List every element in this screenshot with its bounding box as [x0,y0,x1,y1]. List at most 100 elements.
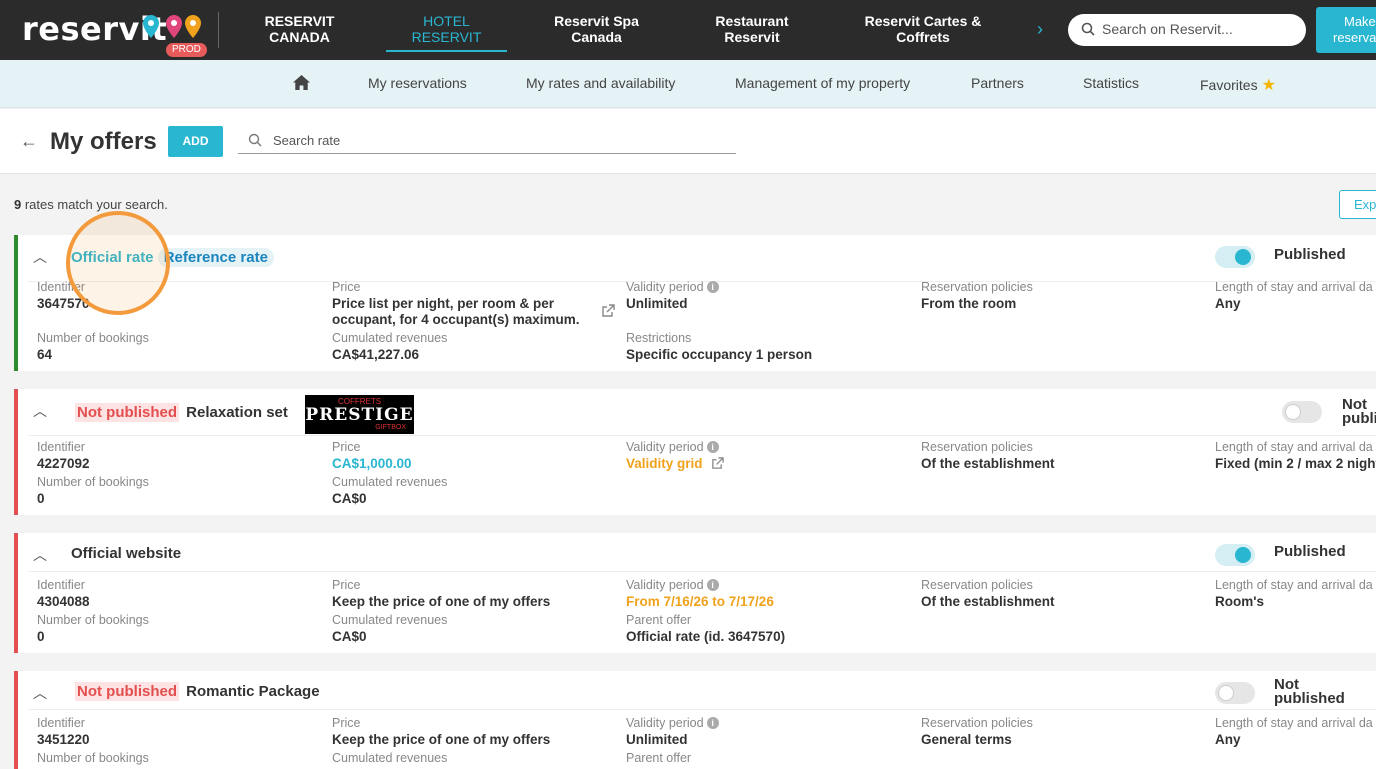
publish-toggle[interactable] [1215,246,1255,268]
star-icon: ★ [1261,77,1276,94]
bookings-label: Number of bookings [37,751,149,765]
search-rate-input[interactable]: Search rate [238,130,736,154]
top-bar: reservit PROD RESERVIT CANADA HOTEL RESE… [0,0,1376,60]
toggle-knob [1285,404,1301,420]
search-icon [248,133,262,147]
global-search-input[interactable]: Search on Reservit... [1068,14,1306,46]
click-highlight [66,211,170,315]
offer-title[interactable]: Not published Relaxation set [75,403,288,422]
revenues-label: Cumulated revenues [332,331,448,345]
add-button[interactable]: ADD [168,126,223,157]
offer-card: ︿ Official rate Reference rate Published… [14,235,1376,371]
length-label: Length of stay and arrival da [1215,440,1373,454]
revenues-value: CA$0 [332,629,367,644]
validity-grid-link[interactable]: Validity grid [626,456,725,472]
topnav-label: Reservit [724,29,780,45]
price-label: Price [332,716,361,730]
status-label: Published [1274,246,1346,263]
length-label: Length of stay and arrival da [1215,716,1373,730]
topnav-label: HOTEL [423,13,470,29]
not-published-tag: Not published [75,403,179,422]
subnav-partners[interactable]: Partners [971,75,1024,91]
offer-name: Romantic Package [186,683,320,700]
revenues-label: Cumulated revenues [332,613,448,627]
button-label: reserva [1333,30,1376,45]
validity-value: From 7/16/26 to 7/17/26 [626,594,774,609]
subnav-statistics[interactable]: Statistics [1083,75,1139,91]
topnav-label: Reservit Spa [554,13,639,29]
toggle-knob [1218,685,1234,701]
topnav-label: RESERVIT [264,13,335,29]
chevron-up-icon[interactable]: ︿ [33,545,47,565]
price-value[interactable]: CA$1,000.00 [332,456,412,472]
topnav-label: RESERVIT [411,29,482,45]
topnav-label: Coffrets [896,29,950,45]
expand-button[interactable]: Expa [1339,190,1376,219]
env-badge: PROD [166,43,207,57]
identifier-label: Identifier [37,716,85,730]
topnav-cartes-coffrets[interactable]: Reservit Cartes & Coffrets [858,13,988,45]
chevron-up-icon[interactable]: ︿ [33,401,47,421]
search-placeholder: Search on Reservit... [1102,21,1233,37]
validity-label-text: Validity period [626,280,704,294]
bookings-label: Number of bookings [37,613,149,627]
validity-label-text: Validity period [626,716,704,730]
bookings-label: Number of bookings [37,475,149,489]
back-arrow-icon[interactable]: ← [20,131,38,152]
logo-text: PRESTIGE [305,405,414,425]
info-icon[interactable]: i [706,281,719,293]
revenues-label: Cumulated revenues [332,475,448,489]
chevron-up-icon[interactable]: ︿ [33,247,47,267]
search-icon [1081,22,1095,36]
validity-label: Validity period i [626,578,719,592]
subnav-rates-availability[interactable]: My rates and availability [526,75,675,91]
length-label: Length of stay and arrival da [1215,578,1373,592]
info-icon[interactable]: i [706,441,719,453]
not-published-tag: Not published [75,682,179,701]
chevron-right-icon[interactable]: › [1037,19,1043,40]
topnav-reservit-spa[interactable]: Reservit Spa Canada [543,13,650,45]
subnav-property-management[interactable]: Management of my property [735,75,910,91]
identifier-value: 4304088 [37,594,90,609]
offer-card: ︿ Not published Romantic Package Not pub… [14,671,1376,769]
revenues-label: Cumulated revenues [332,751,448,765]
divider [28,709,1376,710]
external-link-icon[interactable] [711,457,725,470]
publish-toggle[interactable] [1215,682,1255,704]
make-reservation-button[interactable]: Make reserva [1316,7,1376,53]
validity-label: Validity period i [626,716,719,730]
subnav-favorites[interactable]: Favorites ★ [1200,75,1276,95]
publish-toggle[interactable] [1215,544,1255,566]
status-label: Not publi [1342,396,1376,427]
price-value: Keep the price of one of my offers [332,594,551,609]
offer-name: Official website [71,545,182,562]
topnav-hotel-reservit[interactable]: HOTEL RESERVIT [386,13,507,52]
validity-label-text: Validity period [626,440,704,454]
info-icon[interactable]: i [706,579,719,591]
topnav-label: Restaurant [715,13,789,29]
subnav-my-reservations[interactable]: My reservations [368,75,467,91]
offer-title[interactable]: Not published Romantic Package [75,682,320,701]
home-icon[interactable] [293,75,310,90]
length-value: Room's [1215,594,1264,609]
logo-pins-icon [143,15,201,38]
policies-value: Of the establishment [921,456,1055,471]
publish-toggle[interactable] [1282,401,1322,423]
offer-title[interactable]: Official website [71,545,181,562]
offer-name: Relaxation set [186,404,288,421]
topnav-reservit-canada[interactable]: RESERVIT CANADA [252,13,347,45]
validity-value: Unlimited [626,732,688,747]
toggle-knob [1235,249,1251,265]
policies-value: General terms [921,732,1012,747]
status-text: Not publi [1342,396,1376,427]
topnav-restaurant[interactable]: Restaurant Reservit [700,13,804,45]
divider [28,435,1376,436]
divider [218,12,219,48]
parent-offer-value: Official rate (id. 3647570) [626,629,786,644]
length-value: Any [1215,296,1241,311]
chevron-up-icon[interactable]: ︿ [33,683,47,703]
length-value: Fixed (min 2 / max 2 night [1215,456,1376,471]
external-link-icon[interactable] [601,304,615,318]
info-icon[interactable]: i [706,717,719,729]
identifier-value: 4227092 [37,456,90,471]
